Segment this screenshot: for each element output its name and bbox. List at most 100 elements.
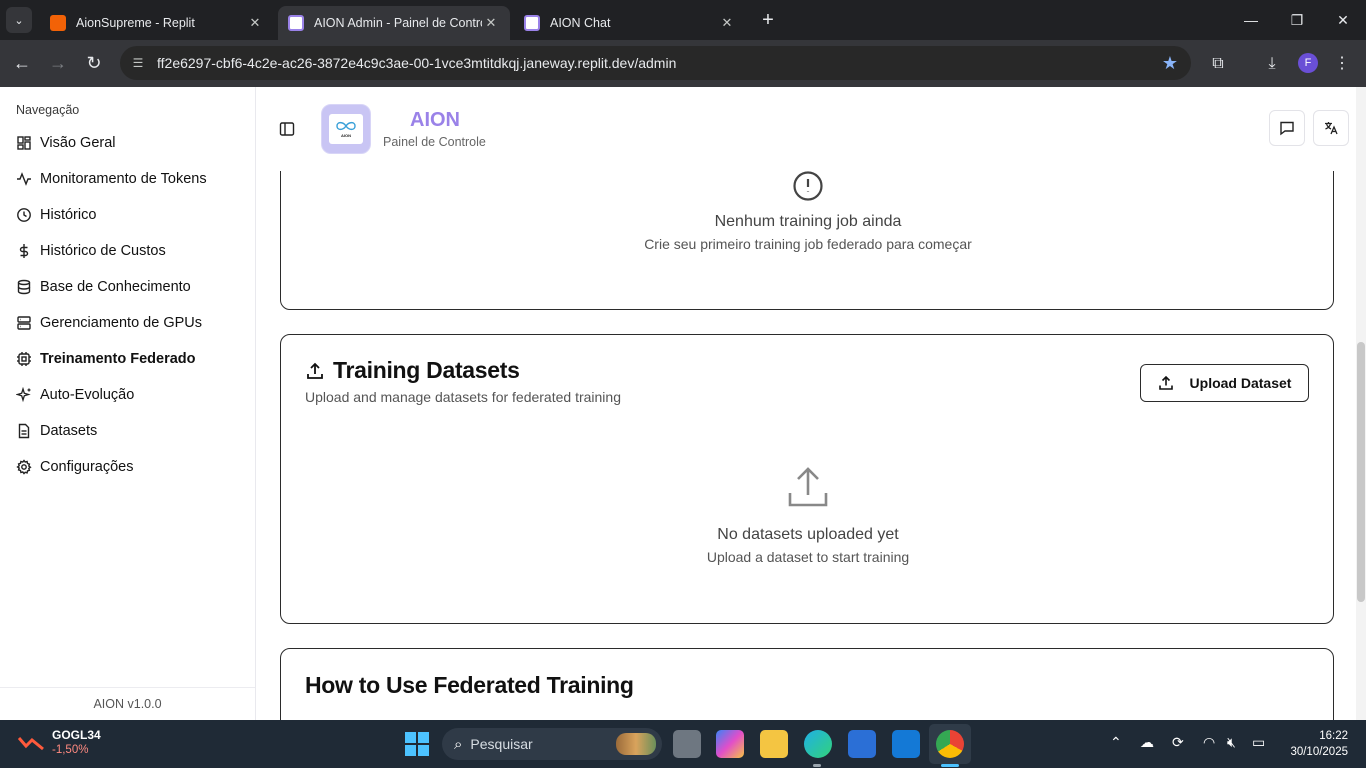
- datasets-description: Upload and manage datasets for federated…: [305, 389, 621, 405]
- store-icon[interactable]: [848, 730, 876, 758]
- profile-avatar[interactable]: F: [1298, 53, 1318, 73]
- logo-text: AION: [341, 133, 351, 138]
- jobs-empty-title: Nenhum training job ainda: [714, 213, 902, 230]
- back-button[interactable]: ←: [10, 51, 34, 75]
- sidebar-item-configuracoes[interactable]: Configurações: [0, 449, 255, 485]
- server-icon: [16, 315, 32, 331]
- sidebar-item-label: Auto-Evolução: [40, 387, 135, 403]
- cpu-icon: [16, 351, 32, 367]
- chrome-menu-icon[interactable]: ⋮: [1330, 52, 1354, 76]
- tab-aionsupreme-replit[interactable]: AionSupreme - Replit ✕: [40, 6, 274, 40]
- search-placeholder: Pesquisar: [470, 736, 533, 752]
- chrome-icon[interactable]: [936, 730, 964, 758]
- volume-muted-icon[interactable]: 🔇︎: [1227, 734, 1236, 751]
- browser-toolbar: ← → ↻ ☰ ff2e6297-cbf6-4c2e-ac26-3872e4c9…: [0, 40, 1366, 87]
- taskbar-search[interactable]: ⌕ Pesquisar: [442, 728, 662, 760]
- app-header: AION AION Painel de Controle: [256, 87, 1356, 171]
- close-icon[interactable]: ✕: [718, 15, 736, 31]
- sidebar-item-label: Monitoramento de Tokens: [40, 171, 207, 187]
- upload-dataset-button[interactable]: Upload Dataset: [1140, 364, 1309, 402]
- battery-icon[interactable]: ▭: [1252, 734, 1265, 751]
- close-icon[interactable]: ✕: [482, 15, 500, 31]
- edge-running-indicator: [813, 764, 821, 767]
- sidebar-item-visao-geral[interactable]: Visão Geral: [0, 125, 255, 161]
- wifi-icon[interactable]: ◠: [1203, 734, 1215, 751]
- page-scrollbar[interactable]: [1356, 87, 1366, 720]
- sidebar-item-conhecimento[interactable]: Base de Conhecimento: [0, 269, 255, 305]
- site-info-icon[interactable]: ☰: [129, 54, 147, 72]
- tab-title: AionSupreme - Replit: [76, 16, 195, 30]
- database-icon: [16, 279, 32, 295]
- sync-icon[interactable]: ⟳: [1172, 734, 1184, 751]
- search-icon: ⌕: [454, 735, 463, 753]
- sidebar-item-treinamento-federado[interactable]: Treinamento Federado: [0, 341, 255, 377]
- sidebar-toggle-button[interactable]: [279, 121, 295, 137]
- aion-logo: AION: [321, 104, 371, 154]
- sidebar-item-label: Treinamento Federado: [40, 351, 196, 367]
- address-bar[interactable]: ☰ ff2e6297-cbf6-4c2e-ac26-3872e4c9c3ae-0…: [120, 46, 1191, 80]
- bookmark-star-icon[interactable]: ★: [1162, 53, 1178, 74]
- sidebar-item-tokens[interactable]: Monitoramento de Tokens: [0, 161, 255, 197]
- stock-chart-icon: [18, 737, 44, 751]
- infinity-logo-icon: [336, 121, 356, 131]
- search-highlight-image: [616, 733, 656, 755]
- datasets-title-row: Training Datasets: [305, 357, 520, 384]
- edge-icon[interactable]: [804, 730, 832, 758]
- brand-title: AION: [410, 109, 460, 131]
- sidebar-item-auto-evolucao[interactable]: Auto-Evolução: [0, 377, 255, 413]
- stock-widget[interactable]: GOGL34 -1,50%: [18, 728, 101, 756]
- sidebar-nav: Visão Geral Monitoramento de Tokens Hist…: [0, 125, 255, 485]
- outlook-icon[interactable]: [892, 730, 920, 758]
- sidebar-item-label: Visão Geral: [40, 135, 116, 151]
- sidebar-item-label: Configurações: [40, 459, 134, 475]
- chrome-active-indicator: [941, 764, 959, 767]
- message-square-icon: [1280, 121, 1294, 136]
- tab-aion-chat[interactable]: AION Chat ✕: [514, 6, 746, 40]
- url-text: ff2e6297-cbf6-4c2e-ac26-3872e4c9c3ae-00-…: [157, 55, 677, 71]
- training-jobs-card: Nenhum training job ainda Crie seu prime…: [280, 157, 1334, 310]
- upload-dataset-label: Upload Dataset: [1189, 375, 1292, 391]
- clock-date: 30/10/2025: [1290, 746, 1348, 758]
- training-datasets-card: Training Datasets Upload and manage data…: [280, 334, 1334, 624]
- sidebar-heading: Navegação: [16, 103, 80, 117]
- system-clock[interactable]: 16:22 30/10/2025: [1290, 728, 1348, 760]
- m365-icon[interactable]: [716, 730, 744, 758]
- start-button[interactable]: [405, 732, 429, 756]
- dashboard-icon: [16, 135, 32, 151]
- tab-search-button[interactable]: ⌄: [6, 7, 32, 33]
- howto-title-row: How to Use Federated Training: [305, 672, 634, 699]
- task-view-icon[interactable]: [673, 730, 701, 758]
- maximize-button[interactable]: ❐: [1274, 8, 1320, 32]
- sidebar-item-datasets[interactable]: Datasets: [0, 413, 255, 449]
- sidebar-item-gpus[interactable]: Gerenciamento de GPUs: [0, 305, 255, 341]
- close-icon[interactable]: ✕: [246, 15, 264, 31]
- minimize-button[interactable]: —: [1228, 8, 1274, 32]
- upload-icon: [307, 362, 323, 379]
- tab-title: AION Admin - Painel de Controle: [314, 16, 482, 30]
- activity-icon: [16, 171, 32, 187]
- app-version: AION v1.0.0: [0, 687, 255, 720]
- tab-title: AION Chat: [550, 16, 611, 30]
- language-button[interactable]: [1313, 110, 1349, 146]
- tray-overflow-icon[interactable]: ⌃: [1110, 734, 1122, 751]
- close-window-button[interactable]: ✕: [1320, 8, 1366, 32]
- download-icon[interactable]: ⤓: [1260, 52, 1284, 76]
- forward-button[interactable]: →: [46, 51, 70, 75]
- new-tab-button[interactable]: +: [756, 8, 780, 32]
- alert-circle-icon: [793, 171, 823, 201]
- stock-symbol: GOGL34: [52, 728, 101, 742]
- gear-icon: [16, 459, 32, 475]
- extensions-icon[interactable]: ⧉: [1206, 52, 1230, 76]
- file-explorer-icon[interactable]: [760, 730, 788, 758]
- scrollbar-thumb[interactable]: [1357, 342, 1365, 602]
- sidebar-item-label: Histórico: [40, 207, 97, 223]
- panel-left-icon: [279, 122, 295, 136]
- main-content: AION AION Painel de Controle Nenhum trai…: [256, 87, 1366, 720]
- upload-icon: [1158, 375, 1173, 390]
- reload-button[interactable]: ↻: [82, 51, 106, 75]
- onedrive-icon[interactable]: ☁: [1140, 734, 1154, 751]
- tab-aion-admin[interactable]: AION Admin - Painel de Controle ✕: [278, 6, 510, 40]
- sidebar-item-custos[interactable]: Histórico de Custos: [0, 233, 255, 269]
- sidebar-item-historico[interactable]: Histórico: [0, 197, 255, 233]
- chat-button[interactable]: [1269, 110, 1305, 146]
